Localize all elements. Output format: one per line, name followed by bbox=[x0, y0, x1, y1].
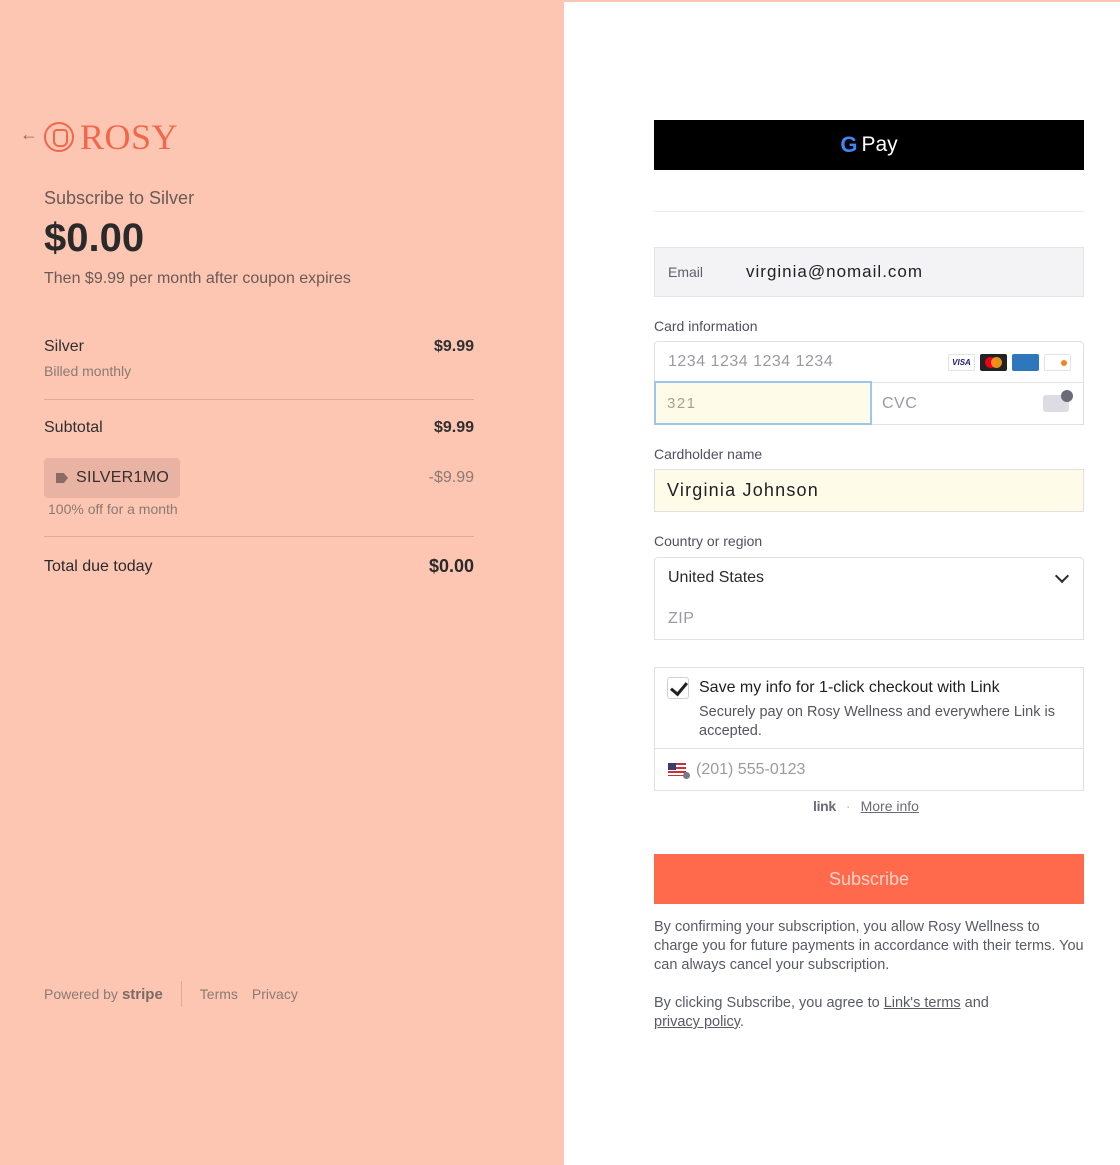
coupon-code: SILVER1MO bbox=[76, 469, 170, 486]
google-g-icon: G bbox=[840, 132, 858, 157]
line-item-billing: Billed monthly bbox=[44, 363, 132, 379]
line-item-silver: Silver $9.99 bbox=[44, 338, 474, 356]
email-label: Email bbox=[668, 264, 704, 280]
brand-name: ROSY bbox=[80, 117, 179, 157]
total-label: Total due today bbox=[44, 557, 153, 575]
legal-suffix: . bbox=[739, 1014, 744, 1030]
cvc-placeholder: CVC bbox=[882, 394, 918, 412]
subtotal-row: Subtotal $9.99 bbox=[44, 419, 474, 437]
terms-link[interactable]: Terms bbox=[200, 986, 238, 1002]
coupon-badge[interactable]: SILVER1MO bbox=[44, 458, 180, 498]
privacy-link[interactable]: Privacy bbox=[252, 986, 298, 1002]
zip-input[interactable]: ZIP bbox=[654, 598, 1084, 640]
email-field[interactable]: Email virginia@nomail.com bbox=[654, 247, 1084, 297]
divider bbox=[44, 399, 474, 400]
brand-logo[interactable]: ROSY bbox=[44, 116, 178, 158]
zip-placeholder: ZIP bbox=[668, 609, 695, 627]
total-row: Total due today $0.00 bbox=[44, 556, 474, 577]
legal-prefix: By clicking Subscribe, you agree to bbox=[654, 995, 884, 1011]
discover-icon bbox=[1044, 354, 1071, 371]
us-flag-icon[interactable] bbox=[668, 763, 690, 779]
phone-input[interactable]: (201) 555-0123 bbox=[696, 761, 805, 779]
card-number-placeholder: 1234 1234 1234 1234 bbox=[668, 353, 834, 370]
payment-panel: G Pay Email virginia@nomail.com Card inf… bbox=[564, 0, 1120, 1165]
email-value: virginia@nomail.com bbox=[746, 262, 924, 281]
rosy-logo-icon bbox=[44, 122, 74, 152]
coupon-discount: -$9.99 bbox=[428, 469, 474, 486]
footer: Powered by stripe Terms Privacy bbox=[44, 981, 312, 1007]
link-save-description: Securely pay on Rosy Wellness and everyw… bbox=[699, 704, 1055, 739]
price-note: Then $9.99 per month after coupon expire… bbox=[44, 270, 351, 287]
cardholder-name-input[interactable]: Virginia Johnson bbox=[654, 469, 1084, 512]
link-save-checkbox[interactable] bbox=[667, 677, 689, 699]
legal-agreement: By clicking Subscribe, you agree to Link… bbox=[654, 994, 1084, 1032]
line-item-price: $9.99 bbox=[433, 338, 474, 355]
legal-confirmation: By confirming your subscription, you all… bbox=[654, 919, 1084, 973]
google-pay-label: Pay bbox=[861, 133, 898, 156]
visa-icon: VISA bbox=[948, 354, 975, 371]
divider bbox=[655, 748, 1083, 749]
expiry-input[interactable]: 321 bbox=[654, 381, 872, 425]
back-arrow-icon[interactable]: ← bbox=[20, 124, 38, 145]
cardholder-name-value: Virginia Johnson bbox=[667, 480, 819, 500]
mastercard-icon bbox=[980, 354, 1007, 371]
subscribe-heading: Subscribe to Silver bbox=[44, 188, 195, 208]
card-number-input[interactable]: 1234 1234 1234 1234 VISA bbox=[654, 341, 1084, 383]
subtotal-label: Subtotal bbox=[44, 419, 103, 436]
subtotal-value: $9.99 bbox=[433, 419, 474, 436]
subscribe-button[interactable]: Subscribe bbox=[654, 854, 1084, 904]
amex-icon bbox=[1012, 354, 1039, 371]
google-pay-button[interactable]: G Pay bbox=[654, 120, 1084, 170]
divider bbox=[654, 211, 1084, 212]
link-logo: link bbox=[813, 798, 836, 814]
coupon-description: 100% off for a month bbox=[48, 501, 178, 517]
privacy-policy-link[interactable]: privacy policy bbox=[654, 1014, 740, 1030]
card-info-label: Card information bbox=[654, 318, 758, 334]
line-item-name: Silver bbox=[44, 338, 85, 355]
footer-divider bbox=[180, 981, 182, 1007]
price-amount: $0.00 bbox=[44, 216, 145, 260]
cardholder-label: Cardholder name bbox=[654, 446, 763, 462]
link-save-box: Save my info for 1-click checkout with L… bbox=[654, 667, 1084, 791]
link-save-title[interactable]: Save my info for 1-click checkout with L… bbox=[699, 679, 1000, 697]
legal-mid: and bbox=[960, 995, 989, 1011]
more-info-link[interactable]: More info bbox=[861, 798, 919, 814]
cvc-card-icon bbox=[1043, 390, 1073, 412]
link-terms-link[interactable]: Link's terms bbox=[884, 995, 961, 1011]
country-value: United States bbox=[668, 569, 765, 586]
stripe-logo[interactable]: stripe bbox=[122, 986, 163, 1003]
chevron-down-icon bbox=[1054, 568, 1070, 584]
cvc-input[interactable]: CVC bbox=[872, 382, 1084, 425]
divider bbox=[44, 536, 474, 537]
tag-icon bbox=[56, 473, 68, 483]
card-brands: VISA bbox=[948, 354, 1071, 371]
powered-by-text: Powered by bbox=[44, 986, 118, 1002]
separator-dot: · bbox=[845, 798, 851, 814]
link-info-row: link · More info bbox=[813, 798, 919, 814]
total-value: $0.00 bbox=[428, 556, 474, 576]
country-label: Country or region bbox=[654, 533, 763, 549]
country-select[interactable]: United States bbox=[654, 557, 1084, 599]
expiry-value: 321 bbox=[667, 394, 697, 412]
order-summary-panel: ← ROSY Subscribe to Silver $0.00 Then $9… bbox=[0, 0, 564, 1165]
